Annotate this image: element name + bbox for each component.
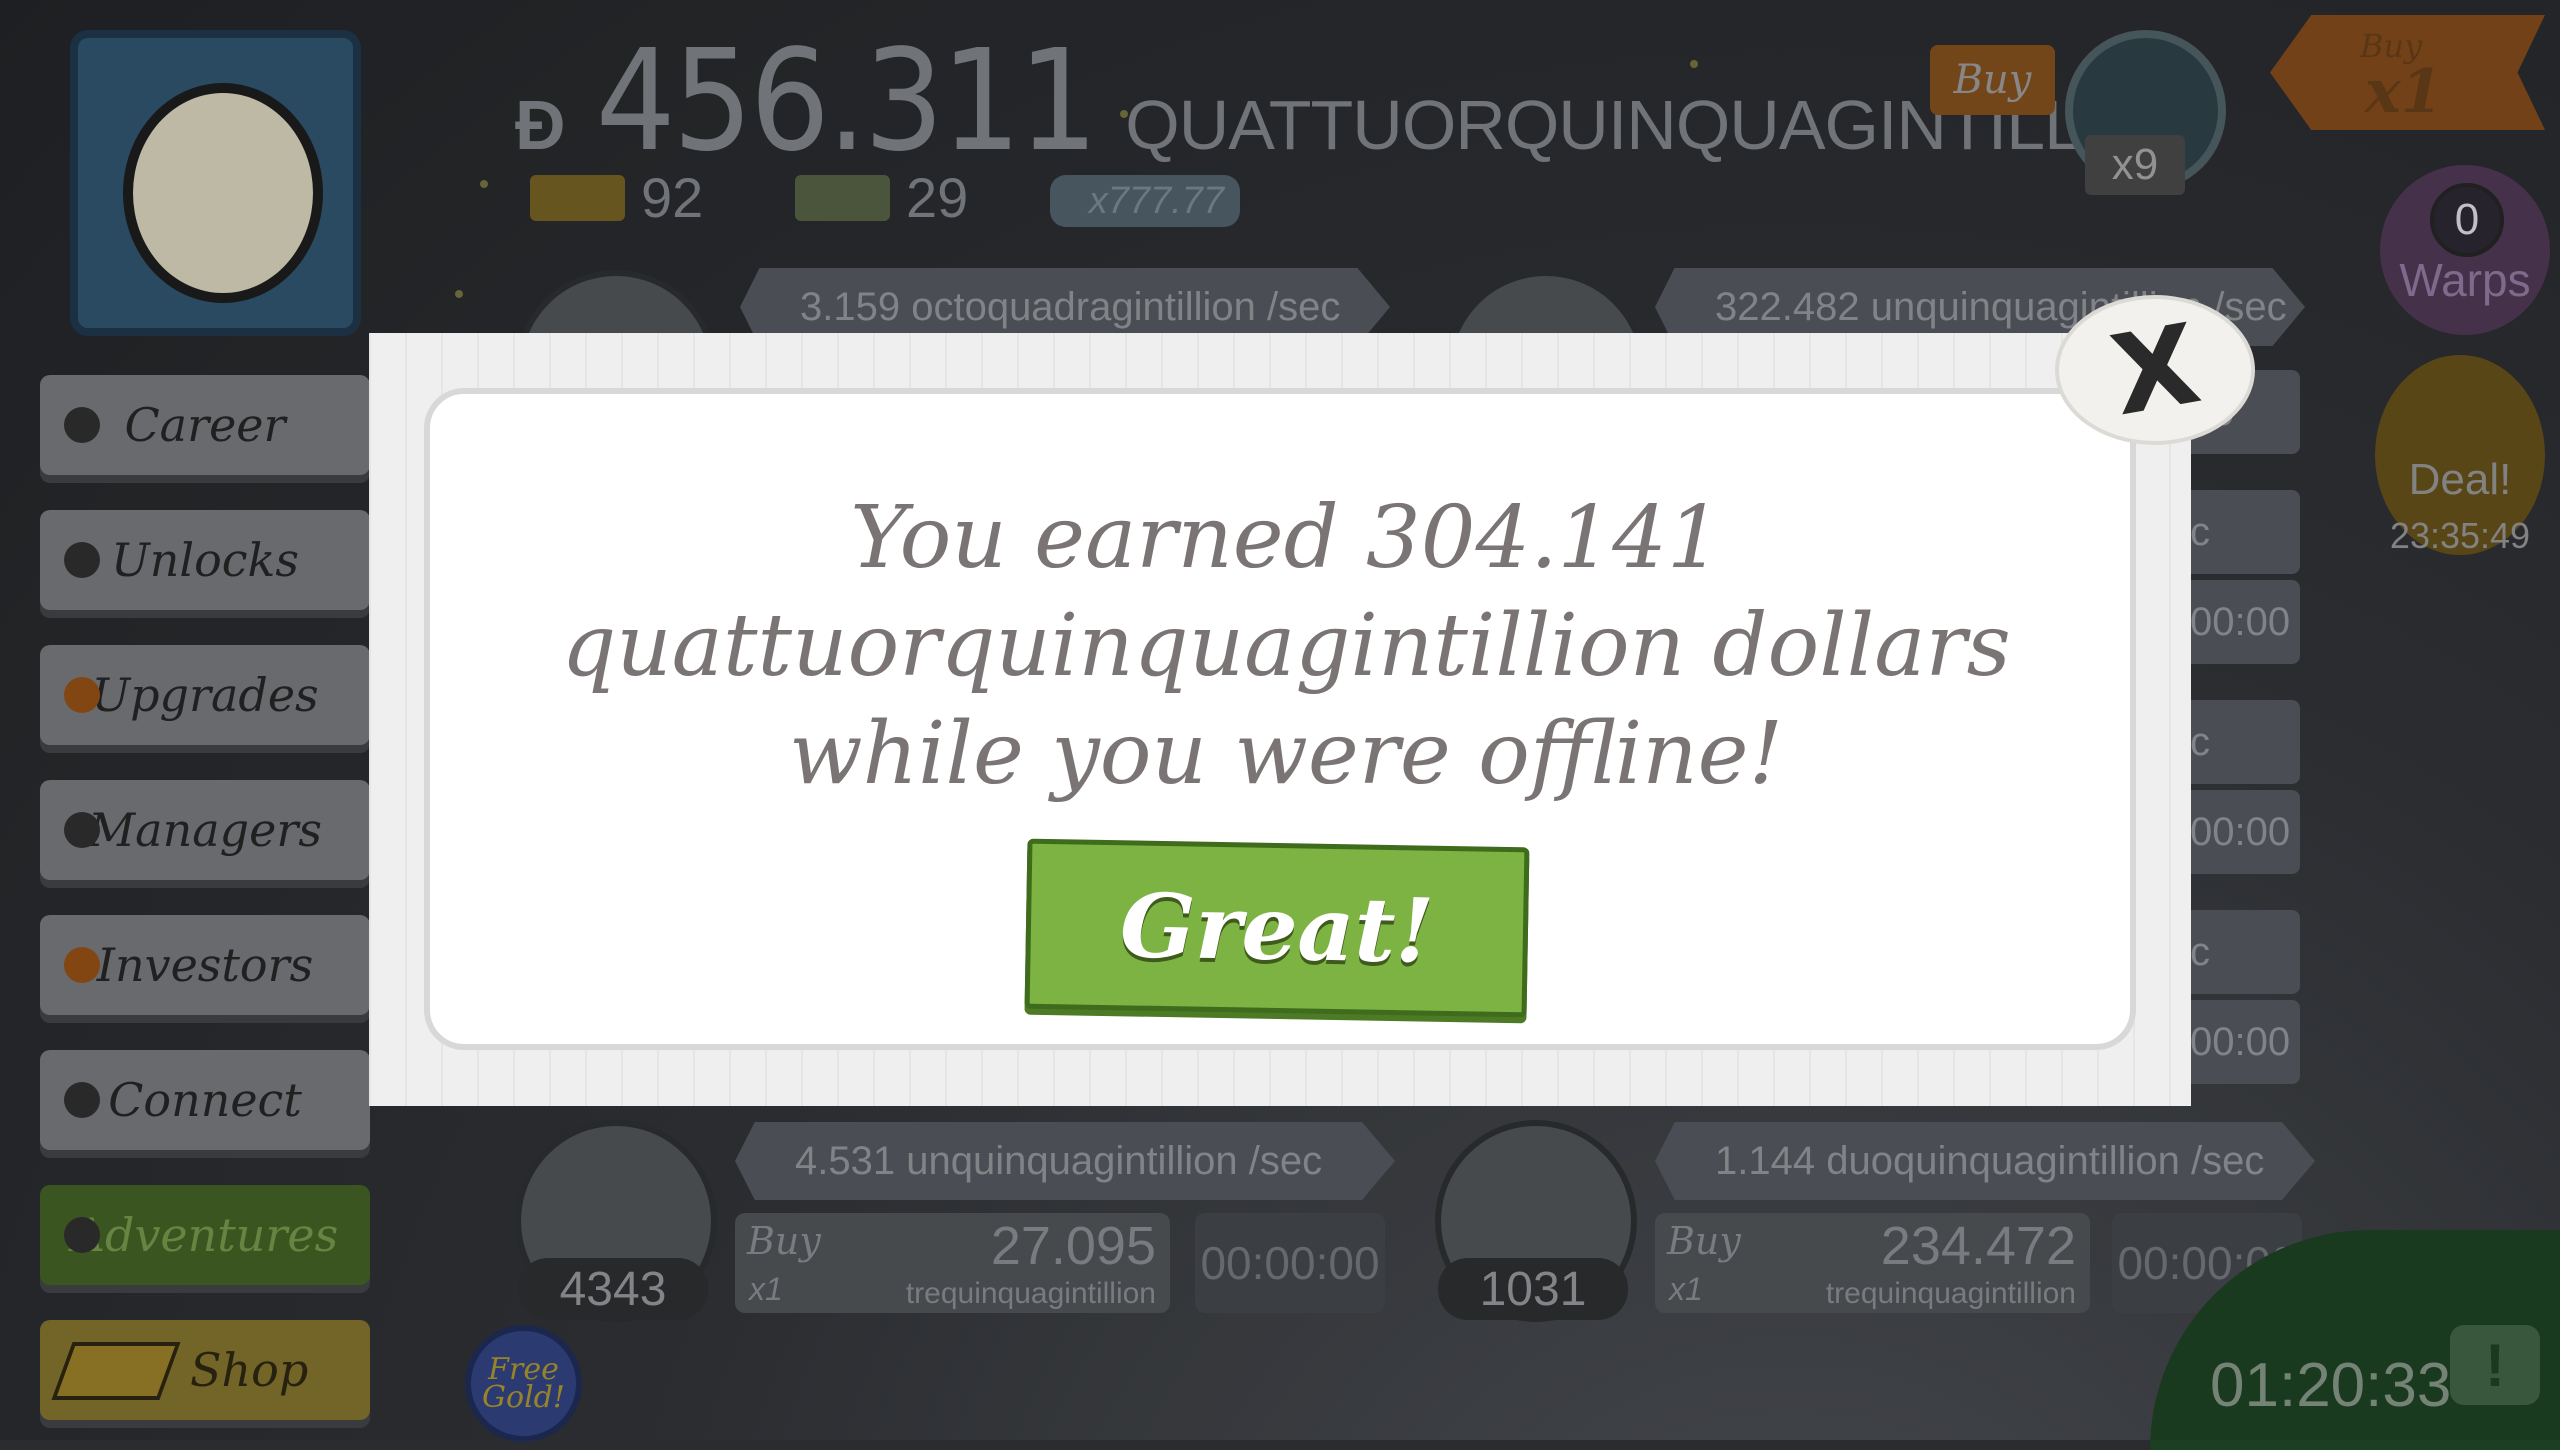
offline-earnings-dialog: You earned 304.141 quattuorquinquagintil…	[369, 333, 2191, 1106]
close-icon: X	[2102, 299, 2208, 441]
close-button[interactable]: X	[2055, 295, 2255, 445]
offline-earnings-message: You earned 304.141 quattuorquinquagintil…	[561, 488, 2011, 804]
great-button[interactable]: Great!	[1024, 838, 1530, 1018]
